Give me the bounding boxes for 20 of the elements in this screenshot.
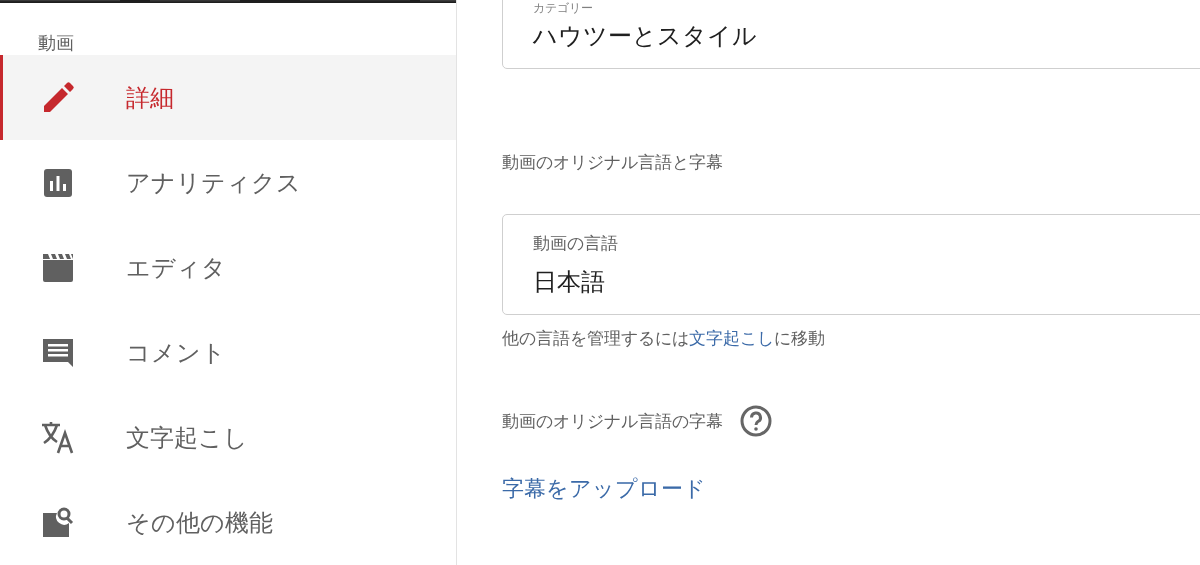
field-label: 動画の言語 [533,233,619,253]
sidebar-item[interactable]: コメント [0,310,456,395]
section-heading: 動画のオリジナル言語と字幕 [502,151,724,174]
sidebar-item[interactable]: アナリティクス [0,140,456,225]
transcription-link[interactable]: 文字起こし [689,328,774,348]
upload-subtitles-link[interactable]: 字幕をアップロード [502,474,706,504]
section-heading: 動画のオリジナル言語の字幕 [502,409,723,433]
sidebar-item[interactable]: 詳細 [0,55,456,140]
field-label: カテゴリー [533,1,594,16]
field-value: ハウツーとスタイル [533,21,758,51]
translate-icon [40,419,76,456]
language-field[interactable]: 動画の言語 日本語 [502,214,1200,315]
sidebar-title: 動画 [37,31,75,55]
sidebar-item[interactable]: エディタ [0,225,456,310]
helper-text: 他の言語を管理するには文字起こしに移動 [502,327,826,350]
category-field[interactable]: カテゴリー ハウツーとスタイル [502,0,1200,69]
sidebar-item[interactable]: その他の機能 [0,480,456,565]
sidebar-item[interactable]: 文字起こし [0,395,456,480]
help-icon[interactable] [739,404,773,438]
field-value: 日本語 [533,267,606,297]
